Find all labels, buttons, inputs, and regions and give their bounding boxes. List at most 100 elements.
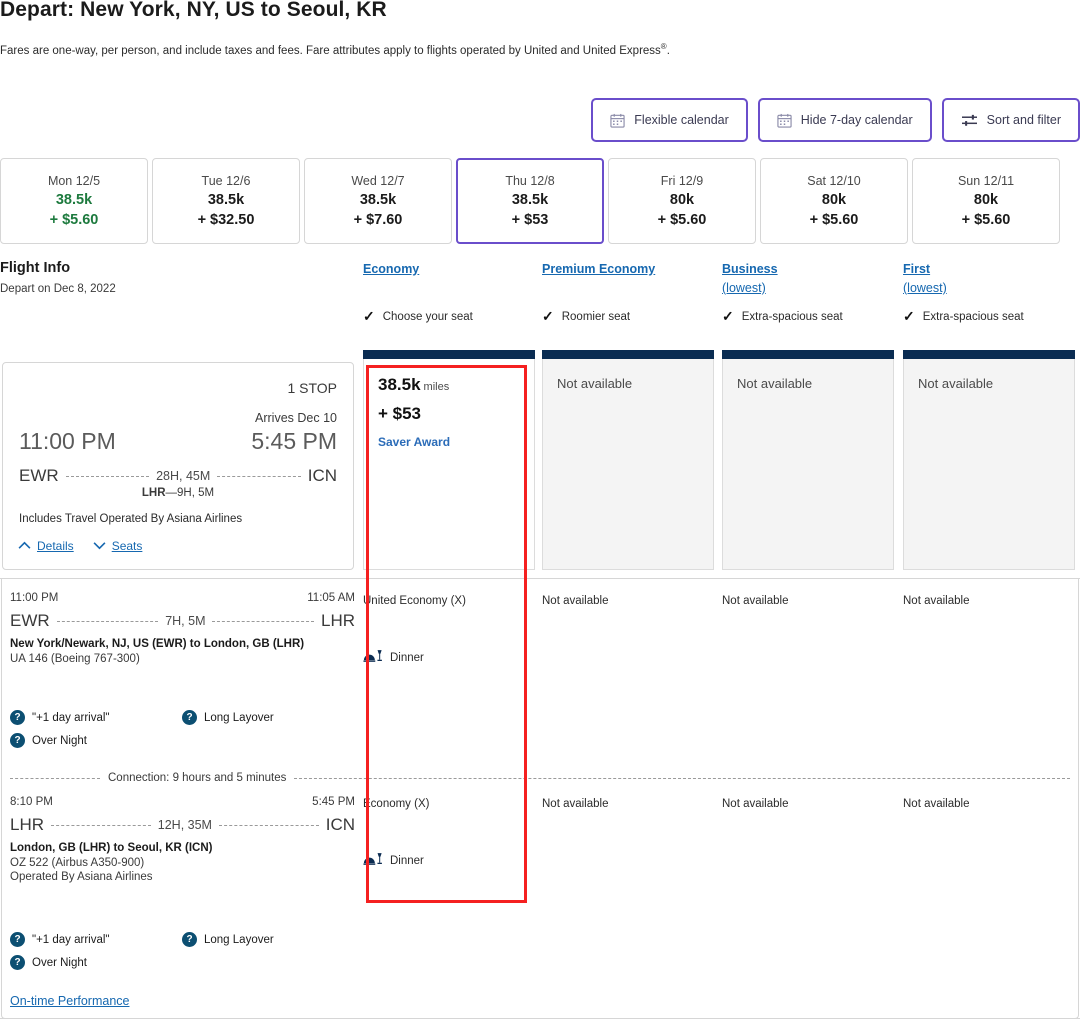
- segment-dash-left: [56, 620, 159, 622]
- badge-plus-one-day-arrival[interactable]: ? "+1 day arrival": [10, 710, 182, 725]
- flexible-calendar-button[interactable]: Flexible calendar: [591, 98, 748, 142]
- date-cash: + $5.60: [49, 212, 99, 228]
- not-available-label: Not available: [542, 595, 609, 607]
- seats-label: Seats: [111, 539, 143, 553]
- badge-long-layover[interactable]: ? Long Layover: [182, 932, 274, 947]
- badge-over-night[interactable]: ? Over Night: [10, 733, 87, 748]
- segment-2-fare-economy: Economy (X) Dinner: [363, 798, 429, 869]
- fare-column-header-bar-economy: [363, 350, 535, 359]
- date-card-thu-12-8[interactable]: Thu 12/8 38.5k + $53: [456, 158, 604, 244]
- chevron-down-icon: [92, 539, 107, 553]
- cabin-header-business: Business (lowest) ✓ Extra-spacious seat: [722, 260, 843, 324]
- segment-depart-time: 8:10 PM: [10, 796, 53, 808]
- segment-1-fare-first: Not available: [903, 595, 969, 607]
- segment-duration: 7H, 5M: [165, 614, 206, 628]
- details-toggle[interactable]: Details: [17, 539, 74, 553]
- badge-row: ? "+1 day arrival" ? Long Layover: [10, 932, 360, 947]
- segment-arrive-time: 11:05 AM: [307, 592, 355, 604]
- date-cash: + $5.60: [657, 212, 707, 228]
- segment-dash-left: [51, 824, 151, 826]
- destination-code: ICN: [307, 466, 337, 485]
- badge-row: ? Over Night: [10, 955, 360, 970]
- cabin-link-economy[interactable]: Economy: [363, 262, 419, 276]
- connection-divider: Connection: 9 hours and 5 minutes: [10, 772, 1070, 784]
- date-miles: 80k: [821, 192, 847, 208]
- meal-label: Dinner: [390, 651, 424, 664]
- layover-separator: —: [165, 487, 178, 499]
- segment-fare-cabin: United Economy (X): [363, 595, 466, 607]
- segment-origin-code: LHR: [10, 815, 45, 834]
- route-line: EWR 28H, 45M ICN: [19, 466, 337, 486]
- fare-disclaimer-period: .: [666, 44, 670, 57]
- date-card-fri-12-9[interactable]: Fri 12/9 80k + $5.60: [608, 158, 756, 244]
- connection-dash-right: [294, 777, 1070, 779]
- not-available-label: Not available: [903, 595, 970, 607]
- not-available-label: Not available: [903, 798, 970, 810]
- help-icon: ?: [10, 932, 25, 947]
- segment-flight-aircraft: OZ 522 (Airbus A350-900): [10, 857, 145, 869]
- meal-label: Dinner: [390, 854, 424, 867]
- fare-cell-first: Not available: [903, 359, 1075, 570]
- flexible-calendar-label: Flexible calendar: [634, 113, 729, 127]
- depart-on-label: Depart on Dec 8, 2022: [0, 283, 116, 295]
- date-card-sat-12-10[interactable]: Sat 12/10 80k + $5.60: [760, 158, 908, 244]
- segment-2-fare-premium-economy: Not available: [542, 798, 608, 810]
- segment-operated-by: Operated By Asiana Airlines: [10, 871, 153, 883]
- segment-city-pair: New York/Newark, NJ, US (EWR) to London,…: [10, 638, 305, 650]
- badge-plus-one-day-arrival[interactable]: ? "+1 day arrival": [10, 932, 182, 947]
- segment-dash-right: [218, 824, 319, 826]
- segment-divider: [0, 578, 1080, 579]
- segment-1-times: 11:00 PM 11:05 AM: [10, 592, 355, 609]
- date-cash: + $5.60: [961, 212, 1011, 228]
- fare-miles: 38.5k miles: [378, 375, 449, 395]
- seats-toggle[interactable]: Seats: [92, 539, 143, 553]
- fare-disclaimer-line1: Fares are one-way, per person, and inclu…: [0, 44, 617, 57]
- cabin-lowest-link-business[interactable]: (lowest): [722, 281, 778, 295]
- not-available-label: Not available: [542, 798, 609, 810]
- route-dash-right: [217, 475, 301, 477]
- date-card-mon-12-5[interactable]: Mon 12/5 38.5k + $5.60: [0, 158, 148, 244]
- cabin-link-first[interactable]: First: [903, 262, 930, 276]
- date-label: Sat 12/10: [807, 174, 861, 188]
- on-time-performance-link[interactable]: On-time Performance: [10, 994, 129, 1008]
- fare-cell-economy[interactable]: 38.5k miles + $53 Saver Award: [363, 359, 535, 570]
- flight-summary-card[interactable]: 1 STOP Arrives Dec 10 11:00 PM 5:45 PM E…: [2, 362, 354, 570]
- date-label: Mon 12/5: [47, 174, 101, 188]
- segment-2-fare-first: Not available: [903, 798, 969, 810]
- date-label: Fri 12/9: [660, 174, 704, 188]
- cabin-lowest-link-first[interactable]: (lowest): [903, 281, 947, 295]
- badge-over-night[interactable]: ? Over Night: [10, 955, 87, 970]
- segment-destination-code: ICN: [325, 815, 355, 834]
- depart-time: 11:00 PM: [19, 428, 116, 454]
- not-available-label: Not available: [918, 376, 994, 391]
- cabin-link-business[interactable]: Business: [722, 262, 778, 276]
- badge-row: ? Over Night: [10, 733, 360, 748]
- route-dash-left: [65, 475, 150, 477]
- badge-long-layover[interactable]: ? Long Layover: [182, 710, 274, 725]
- help-icon: ?: [10, 955, 25, 970]
- cabin-perk-label: Roomier seat: [561, 310, 631, 323]
- calendar-icon: [610, 113, 625, 128]
- segment-2-details: 8:10 PM 5:45 PM LHR 12H, 35M ICN London,…: [10, 796, 355, 883]
- total-duration: 28H, 45M: [156, 469, 211, 483]
- date-card-tue-12-6[interactable]: Tue 12/6 38.5k + $32.50: [152, 158, 300, 244]
- segment-duration: 12H, 35M: [157, 818, 212, 832]
- cabin-link-premium-economy[interactable]: Premium Economy: [542, 262, 655, 276]
- cabin-perk-label: Choose your seat: [382, 310, 473, 323]
- date-label: Tue 12/6: [201, 174, 251, 188]
- calendar-icon: [777, 113, 792, 128]
- segment-1-fare-business: Not available: [722, 595, 788, 607]
- hide-7day-calendar-button[interactable]: Hide 7-day calendar: [757, 98, 932, 142]
- segment-destination-code: LHR: [321, 611, 356, 630]
- origin-code: EWR: [19, 466, 59, 485]
- date-card-sun-12-11[interactable]: Sun 12/11 80k + $5.60: [912, 158, 1060, 244]
- date-cash: + $7.60: [353, 212, 403, 228]
- not-available-label: Not available: [557, 376, 633, 391]
- fare-column-header-bar-business: [722, 350, 894, 359]
- stops-label: 1 STOP: [287, 380, 337, 396]
- arrives-date-label: Arrives Dec 10: [255, 411, 337, 425]
- meal-dinner-icon: [363, 649, 383, 666]
- date-card-wed-12-7[interactable]: Wed 12/7 38.5k + $7.60: [304, 158, 452, 244]
- sort-and-filter-button[interactable]: Sort and filter: [941, 98, 1080, 142]
- filter-sliders-icon: [961, 113, 978, 128]
